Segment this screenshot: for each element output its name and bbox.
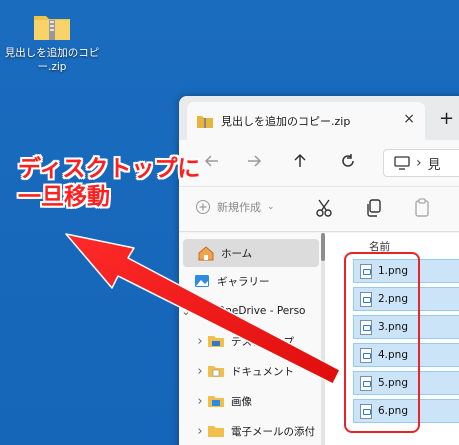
nav-item-label: 画像 — [231, 395, 252, 408]
nav-item-onedrive[interactable]: ⌄ OneDrive - Perso — [179, 297, 321, 325]
nav-item-label: ギャラリー — [217, 275, 270, 288]
folder-icon — [207, 393, 225, 409]
onedrive-icon — [193, 303, 211, 319]
annotation-line-2: 一旦移動 — [18, 184, 110, 210]
nav-item-email-attachments[interactable]: › 電子メールの添付 — [179, 417, 321, 445]
folder-icon — [207, 423, 225, 439]
tab-title: 見出しを追加のコピー.zip — [221, 115, 351, 128]
chevron-right-icon[interactable]: › — [193, 364, 207, 379]
folder-icon — [207, 333, 225, 349]
folder-icon — [207, 363, 225, 379]
chevron-right-icon[interactable]: › — [193, 424, 207, 439]
up-arrow-icon[interactable] — [289, 152, 311, 174]
chevron-right-icon[interactable]: › — [193, 394, 207, 409]
annotation-line-1: ディスクトップに — [18, 156, 201, 182]
annotation-text: ディスクトップに 一旦移動 — [18, 155, 200, 211]
chevron-down-icon[interactable]: ⌄ — [179, 305, 193, 318]
new-button-label: 新規作成 — [217, 201, 261, 214]
desktop-zip-icon[interactable]: 見出しを追加のコピー.zip — [4, 10, 100, 74]
nav-item-label: 電子メールの添付 — [231, 425, 315, 438]
chevron-down-icon: ⌄ — [267, 202, 275, 212]
highlight-box — [344, 252, 420, 433]
close-tab-icon[interactable]: × — [403, 111, 415, 127]
paste-icon[interactable] — [411, 197, 433, 219]
navigation-bar: › 見 — [179, 140, 459, 186]
nav-item-label: デスクトップ — [231, 335, 294, 348]
desktop-icon-label: 見出しを追加のコピー.zip — [4, 47, 100, 73]
address-bar[interactable]: › 見 — [383, 149, 459, 177]
nav-item-label: OneDrive - Perso — [217, 305, 306, 317]
nav-item-label: ホーム — [221, 247, 253, 260]
nav-item-gallery[interactable]: ギャラリー — [179, 267, 321, 295]
home-icon — [197, 245, 215, 261]
zip-folder-icon — [32, 10, 72, 42]
nav-item-documents[interactable]: › ドキュメント — [179, 357, 321, 385]
nav-item-desktop[interactable]: › デスクトップ — [179, 327, 321, 355]
tab-bar: 見出しを追加のコピー.zip × + — [179, 96, 459, 140]
copy-icon[interactable] — [363, 197, 385, 219]
navigation-pane: ホーム ギャラリー ⌄ OneDrive - Perso › デスクトップ › — [179, 233, 321, 445]
chevron-right-icon: › — [416, 155, 422, 171]
monitor-icon — [394, 156, 410, 170]
cut-icon[interactable] — [313, 197, 335, 219]
tab-zip[interactable]: 見出しを追加のコピー.zip × — [187, 102, 425, 140]
gallery-icon — [193, 273, 211, 289]
nav-item-home[interactable]: ホーム — [183, 239, 319, 267]
address-crumb[interactable]: 見 — [428, 154, 441, 173]
new-button[interactable]: 新規作成 ⌄ — [195, 199, 275, 215]
back-arrow-icon[interactable] — [201, 152, 223, 174]
refresh-icon[interactable] — [337, 152, 359, 174]
nav-item-label: ドキュメント — [231, 365, 294, 378]
new-tab-button[interactable]: + — [439, 108, 454, 129]
zip-folder-icon — [197, 116, 213, 128]
forward-arrow-icon[interactable] — [243, 152, 265, 174]
nav-item-pictures[interactable]: › 画像 — [179, 387, 321, 415]
command-bar: 新規作成 ⌄ — [179, 186, 459, 232]
chevron-right-icon[interactable]: › — [193, 334, 207, 349]
